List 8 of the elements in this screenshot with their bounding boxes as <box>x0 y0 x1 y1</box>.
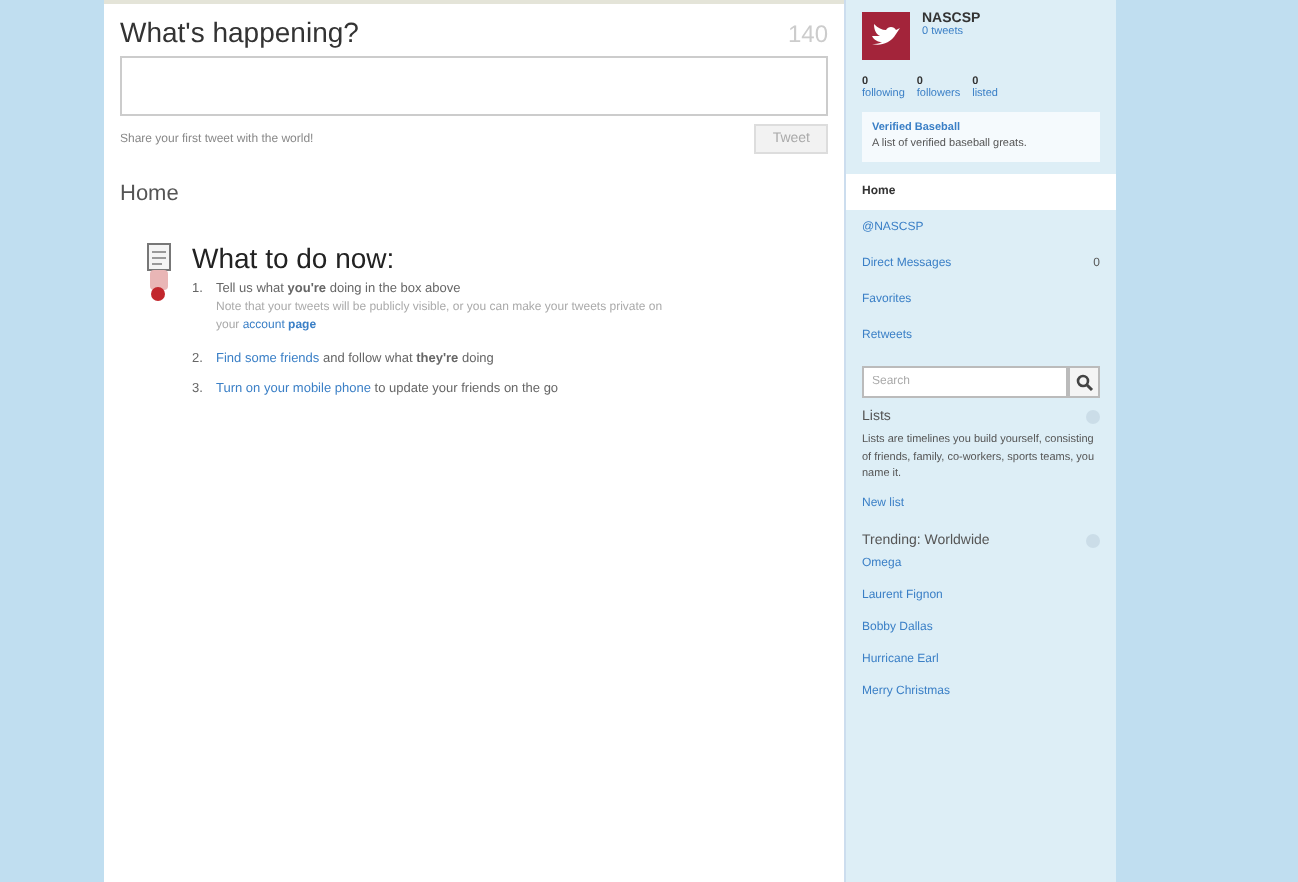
todo-heading: What to do now: <box>192 242 397 274</box>
home-heading: Home <box>120 182 181 206</box>
tweet-field[interactable] <box>120 56 828 116</box>
composer-title: What's happening? <box>120 16 359 48</box>
clipboard-figure-icon <box>144 242 176 302</box>
search-icon <box>1075 373 1093 392</box>
search-button[interactable] <box>1068 366 1100 399</box>
bird-avatar-icon <box>862 12 910 60</box>
